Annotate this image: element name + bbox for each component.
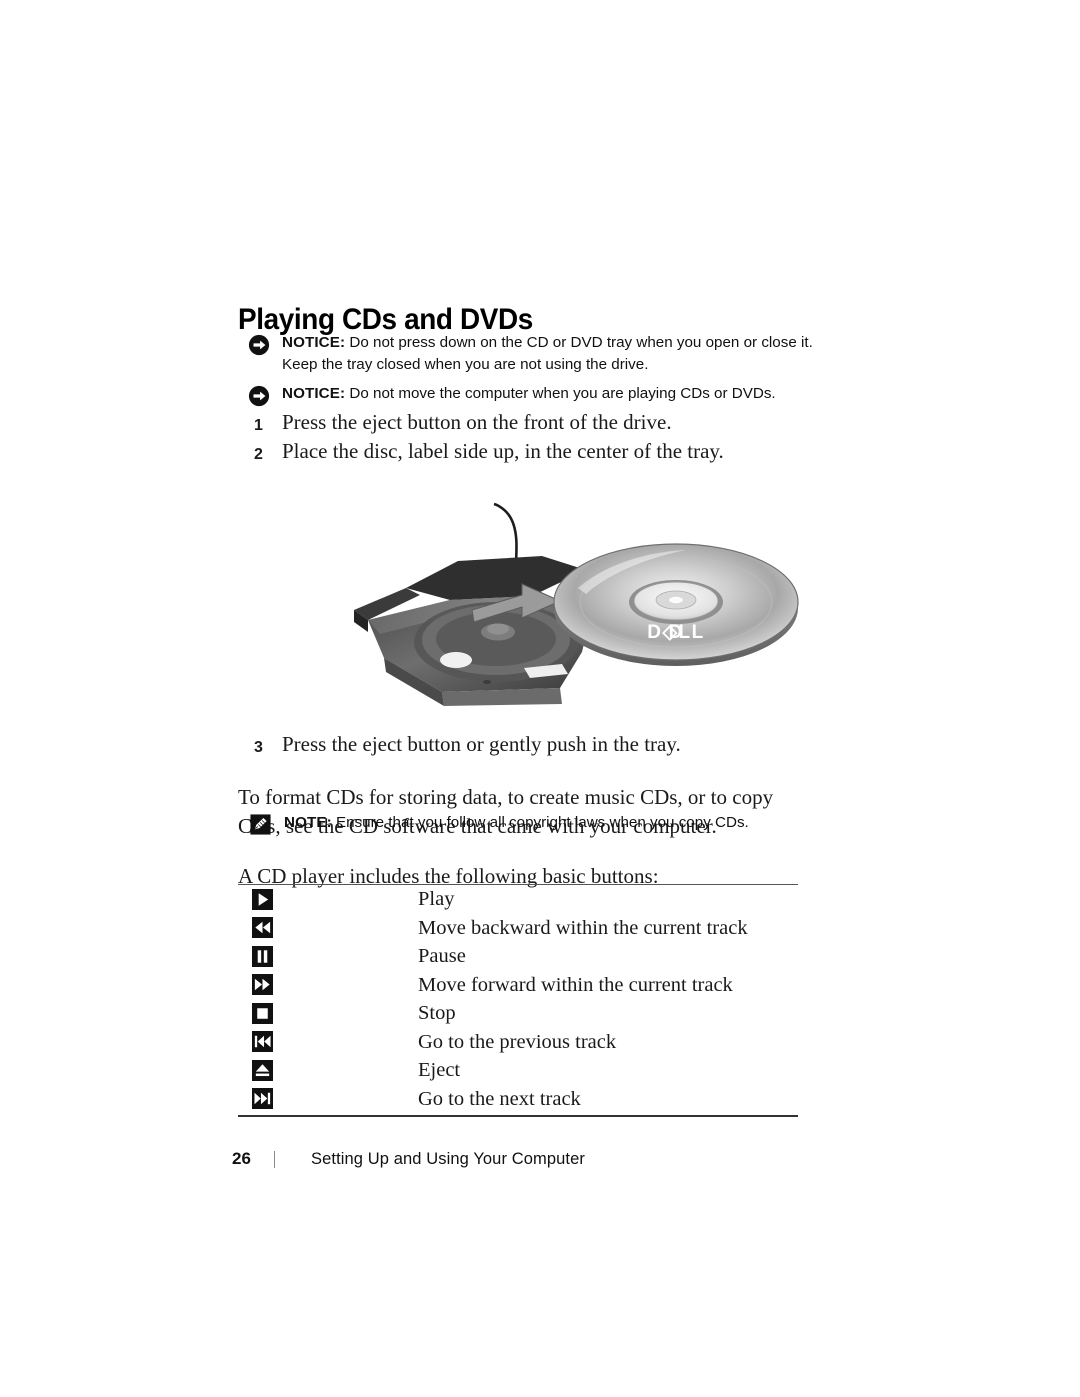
fast-forward-icon <box>238 974 418 996</box>
notice-text-1: NOTICE: Do not press down on the CD or D… <box>282 332 838 376</box>
footer-page-number: 26 <box>232 1149 251 1168</box>
step-text: Press the eject button or gently push in… <box>282 732 681 756</box>
step-number: 3 <box>254 739 263 756</box>
note-pencil-icon <box>250 812 284 835</box>
step-number: 2 <box>254 446 263 463</box>
notice-callout-2: NOTICE: Do not move the computer when yo… <box>248 383 838 407</box>
notice-body-2: Do not move the computer when you are pl… <box>345 385 776 402</box>
notice-body-1: Do not press down on the CD or DVD tray … <box>282 334 813 373</box>
next-track-icon <box>238 1088 418 1110</box>
table-row: Pause <box>238 942 798 971</box>
notice-label-1: NOTICE: <box>282 334 346 351</box>
eject-icon <box>238 1059 418 1081</box>
table-row: Play <box>238 885 798 914</box>
previous-track-icon <box>238 1031 418 1053</box>
list-item: 1 Press the eject button on the front of… <box>238 408 838 440</box>
table-row: Go to the next track <box>238 1085 798 1114</box>
notice-callout-1: NOTICE: Do not press down on the CD or D… <box>248 332 838 376</box>
play-icon <box>238 888 418 910</box>
note-label: NOTE: <box>284 814 332 831</box>
note-text: NOTE: Ensure that you follow all copyrig… <box>284 812 810 834</box>
table-cell-label: Eject <box>418 1059 461 1082</box>
notice-text-2: NOTICE: Do not move the computer when yo… <box>282 383 838 405</box>
table-row: Move forward within the current track <box>238 971 798 1000</box>
stop-icon <box>238 1002 418 1024</box>
document-page: Playing CDs and DVDs NOTICE: Do not pres… <box>0 0 1080 1397</box>
table-row: Stop <box>238 999 798 1028</box>
notice-arrow-icon <box>248 383 282 407</box>
optical-drive-figure: D D◇LL <box>346 492 816 707</box>
table-cell-label: Go to the previous track <box>418 1030 617 1053</box>
table-row: Move backward within the current track <box>238 914 798 943</box>
note-body: Ensure that you follow all copyright law… <box>331 814 749 831</box>
dell-logo-on-disc: D D◇LL <box>647 622 705 643</box>
table-row: Go to the previous track <box>238 1028 798 1057</box>
table-cell-label: Pause <box>418 945 466 968</box>
list-item: 2 Place the disc, label side up, in the … <box>238 437 838 469</box>
table-bottom-rule <box>238 1115 798 1117</box>
footer-separator <box>274 1150 275 1168</box>
step-text: Place the disc, label side up, in the ce… <box>282 439 724 463</box>
footer-section-name: Setting Up and Using Your Computer <box>311 1149 585 1168</box>
page-footer: 26 Setting Up and Using Your Computer <box>232 1149 585 1169</box>
table-row: Eject <box>238 1056 798 1085</box>
table-cell-label: Go to the next track <box>418 1087 581 1110</box>
notice-arrow-icon <box>248 332 282 356</box>
optical-drive-tray-with-disc-illustration: D D◇LL <box>354 502 799 706</box>
step-number: 1 <box>254 417 263 434</box>
list-item: 3 Press the eject button or gently push … <box>238 730 838 762</box>
note-callout: NOTE: Ensure that you follow all copyrig… <box>250 812 810 835</box>
table-cell-label: Move forward within the current track <box>418 973 733 996</box>
table-cell-label: Stop <box>418 1002 456 1025</box>
pause-icon <box>238 945 418 967</box>
svg-text:D◇LL: D◇LL <box>647 622 705 643</box>
rewind-icon <box>238 917 418 939</box>
table-cell-label: Play <box>418 888 455 911</box>
cd-player-buttons-table: Play Move backward within the current tr… <box>238 884 798 1117</box>
step-text: Press the eject button on the front of t… <box>282 410 672 434</box>
notice-label-2: NOTICE: <box>282 385 346 402</box>
table-cell-label: Move backward within the current track <box>418 916 748 939</box>
